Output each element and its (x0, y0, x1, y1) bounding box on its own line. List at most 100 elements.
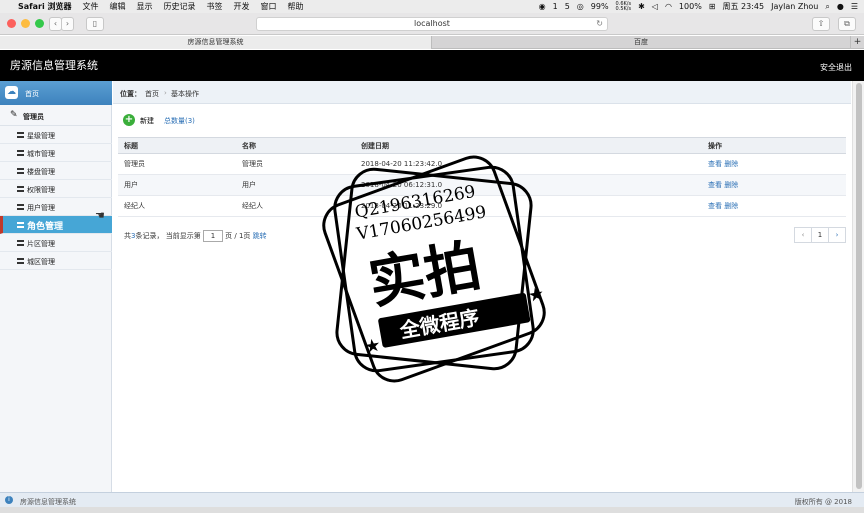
tabs-overview-button[interactable]: ⧉ (838, 17, 856, 31)
col-actions: 操作 (702, 137, 846, 154)
menu-app-name[interactable]: Safari 浏览器 (18, 1, 72, 12)
new-button[interactable]: 新建 (140, 116, 154, 126)
notif-count[interactable]: 1 (553, 2, 558, 11)
view-link[interactable]: 查看 (708, 160, 722, 168)
app-title: 房源信息管理系统 (10, 59, 98, 72)
menu-develop[interactable]: 开发 (234, 1, 250, 12)
sidebar-item-area[interactable]: 片区管理 (0, 234, 112, 252)
menu-history[interactable]: 历史记录 (164, 1, 196, 12)
sidebar-item-district[interactable]: 城区管理 (0, 252, 112, 270)
pager-of-label: 页 / 1页 (225, 232, 251, 240)
page-1-button[interactable]: 1 (811, 227, 829, 243)
pager-buttons: ‹ 1 › (794, 227, 846, 243)
cell-title: 管理员 (118, 153, 236, 175)
app-footer: i 房源信息管理系统 版权所有 @ 2018 (0, 492, 864, 507)
bluetooth-icon[interactable]: ✱ (638, 2, 645, 11)
list-icon (17, 132, 24, 138)
star-icon: ★ (526, 283, 546, 306)
delete-link[interactable]: 删除 (724, 202, 738, 210)
add-icon[interactable]: + (123, 114, 135, 126)
logout-link[interactable]: 安全退出 (820, 62, 852, 73)
sidebar-home-label: 首页 (25, 90, 39, 98)
pager-showing-label: 当前显示第 (165, 232, 201, 240)
table-row: 管理员 管理员 2018-04-20 11:23:42.0 查看 删除 (118, 153, 846, 175)
sidebar-toggle-button[interactable]: ▯ (86, 17, 104, 31)
forward-button[interactable]: › (61, 17, 74, 31)
volume-icon[interactable]: ◁ (652, 2, 658, 11)
page-scrollbar[interactable] (852, 81, 864, 492)
cell-date: 2018-04-20 11:23:42.0 (355, 153, 702, 175)
sidebar-item-permission[interactable]: 权限管理 (0, 180, 112, 198)
delete-link[interactable]: 删除 (724, 160, 738, 168)
siri-icon[interactable]: ● (837, 2, 844, 11)
datetime[interactable]: 周五 23:45 (723, 1, 765, 12)
battery-text[interactable]: 100% (679, 2, 702, 11)
menu-window[interactable]: 窗口 (261, 1, 277, 12)
sidebar-group-label: 管理员 (23, 113, 44, 121)
table-row: 用户 用户 2018-04-20 06:12:31.0 查看 删除 (118, 174, 846, 196)
browser-tabs: 房源信息管理系统 百度 + (0, 36, 864, 49)
sidebar-item-label: 楼盘管理 (27, 168, 55, 176)
new-tab-button[interactable]: + (850, 36, 864, 49)
pagination: 共3条记录， 当前显示第 1 页 / 1页 跳转 ‹ 1 › (118, 227, 846, 245)
menu-help[interactable]: 帮助 (288, 1, 304, 12)
sidebar-item-star[interactable]: 星级管理 (0, 126, 112, 144)
close-window-button[interactable] (7, 19, 16, 28)
table-row: 经纪人 经纪人 2018-04-20 11:23:29.0 查看 删除 (118, 195, 846, 217)
wechat-icon[interactable]: ◎ (577, 2, 584, 11)
share-icon: ⇧ (817, 19, 825, 28)
footer-left: 房源信息管理系统 (20, 498, 76, 506)
pager-prefix: 共 (124, 232, 131, 240)
chevron-left-icon: ‹ (53, 19, 58, 28)
sidebar-item-city[interactable]: 城市管理 (0, 144, 112, 162)
sidebar: ☁ 首页 ✎ 管理员 星级管理 城市管理 楼盘管理 权限管理 用户管理 角色管理… (0, 81, 112, 492)
user-name[interactable]: Jaylan Zhou (771, 2, 818, 11)
minimize-window-button[interactable] (21, 19, 30, 28)
view-link[interactable]: 查看 (708, 181, 722, 189)
cell-name: 用户 (236, 174, 355, 196)
cell-title: 用户 (118, 174, 236, 196)
zoom-window-button[interactable] (35, 19, 44, 28)
menu-view[interactable]: 显示 (137, 1, 153, 12)
prev-page-button[interactable]: ‹ (794, 227, 812, 243)
jump-link[interactable]: 跳转 (253, 232, 267, 240)
tab-baidu[interactable]: 百度 (432, 36, 850, 49)
wifi-icon[interactable]: ◠ (665, 2, 672, 11)
net-down: 0.5K/s (615, 5, 632, 12)
menu-edit[interactable]: 编辑 (110, 1, 126, 12)
role-table: 标题 名称 创建日期 操作 管理员 管理员 2018-04-20 11:23:4… (118, 137, 846, 217)
sidebar-item-label: 片区管理 (27, 240, 55, 248)
share-button[interactable]: ⇧ (812, 17, 830, 31)
view-link[interactable]: 查看 (708, 202, 722, 210)
scrollbar-thumb[interactable] (856, 83, 862, 489)
breadcrumb-home[interactable]: 首页 (145, 89, 159, 99)
battery-small-text[interactable]: 99% (591, 2, 609, 11)
next-page-button[interactable]: › (828, 227, 846, 243)
sidebar-item-label: 城市管理 (27, 150, 55, 158)
control-menu-icon[interactable]: ☰ (851, 2, 858, 11)
sidebar-home[interactable]: ☁ 首页 (0, 81, 112, 105)
page-number-input[interactable]: 1 (202, 230, 223, 242)
sidebar-item-building[interactable]: 楼盘管理 (0, 162, 112, 180)
pager-records-label: 条记录， (135, 232, 164, 240)
reload-icon[interactable]: ↻ (596, 18, 603, 30)
menu-bookmarks[interactable]: 书签 (207, 1, 223, 12)
pager-summary: 共3条记录， 当前显示第 1 页 / 1页 跳转 (124, 230, 267, 242)
tab-house-system[interactable]: 房源信息管理系统 (0, 36, 432, 49)
input-method-icon[interactable]: ⊞ (709, 2, 716, 11)
menu-file[interactable]: 文件 (83, 1, 99, 12)
status-area: ◉ 1 5 ◎ 99% 0.6K/s 0.5K/s ✱ ◁ ◠ 100% ⊞ 周… (532, 0, 858, 13)
list-icon (17, 168, 24, 174)
sidebar-item-label: 星级管理 (27, 132, 55, 140)
spotlight-icon[interactable]: ⌕ (825, 2, 829, 12)
delete-link[interactable]: 删除 (724, 181, 738, 189)
record-icon[interactable]: ◉ (539, 2, 546, 11)
cell-name: 管理员 (236, 153, 355, 175)
list-icon (17, 222, 24, 228)
bell-count[interactable]: 5 (565, 2, 570, 11)
sidebar-group-admin[interactable]: ✎ 管理员 (0, 105, 112, 126)
address-bar[interactable]: localhost ↻ (256, 17, 608, 31)
sidebar-item-label: 城区管理 (27, 258, 55, 266)
cell-date: 2018-04-20 06:12:31.0 (355, 174, 702, 196)
total-count-link[interactable]: 总数量(3) (164, 116, 195, 126)
